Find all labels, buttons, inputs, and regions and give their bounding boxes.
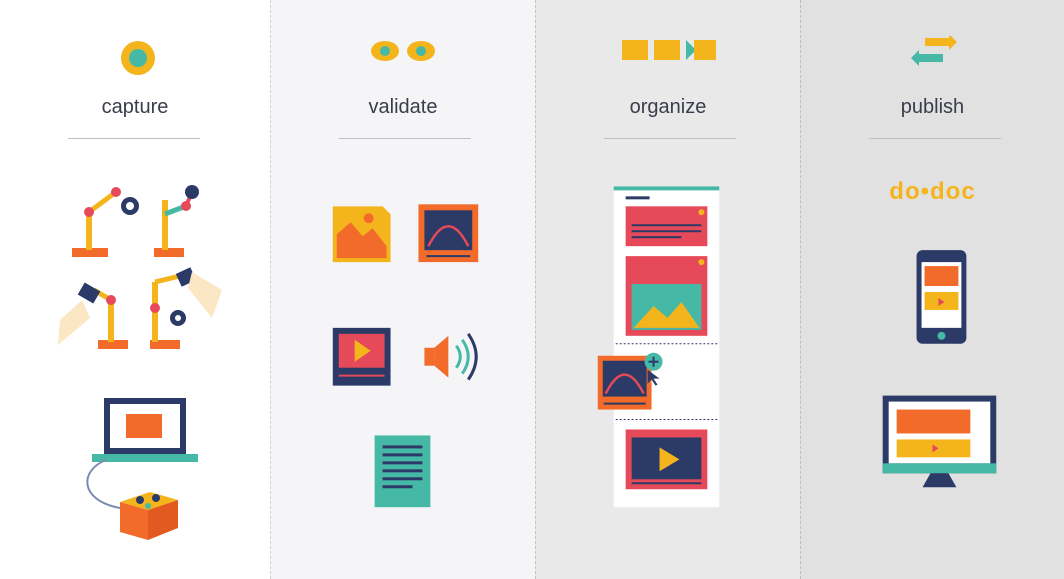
camera-lamp-icon <box>150 267 222 349</box>
image-file-icon <box>332 206 391 263</box>
desk-lamp-icon <box>58 282 128 349</box>
stage-publish: publish do•doc <box>800 0 1064 579</box>
organize-illustration <box>597 186 720 508</box>
workflow-diagram: capture validate organize publish do•doc <box>0 0 1064 579</box>
validate-illustration <box>332 204 479 508</box>
laptop-icon <box>92 398 198 462</box>
publish-illustration <box>882 250 997 488</box>
page-layout-icon <box>613 186 720 508</box>
capture-illustration <box>58 185 222 540</box>
add-icon <box>644 352 663 371</box>
stage-capture: capture <box>0 0 270 579</box>
camera-arm-icon <box>72 187 139 257</box>
drag-curve-editor-icon <box>597 355 652 410</box>
desktop-monitor-icon <box>882 395 997 488</box>
curve-editor-icon <box>418 204 479 263</box>
smartphone-icon <box>916 250 967 344</box>
control-box-icon <box>120 492 178 540</box>
microphone-arm-icon <box>154 185 199 257</box>
video-file-icon <box>332 327 391 386</box>
stage-organize: organize <box>535 0 800 579</box>
stage-validate: validate <box>270 0 535 579</box>
speaker-icon <box>424 332 478 381</box>
text-document-icon <box>374 435 431 508</box>
